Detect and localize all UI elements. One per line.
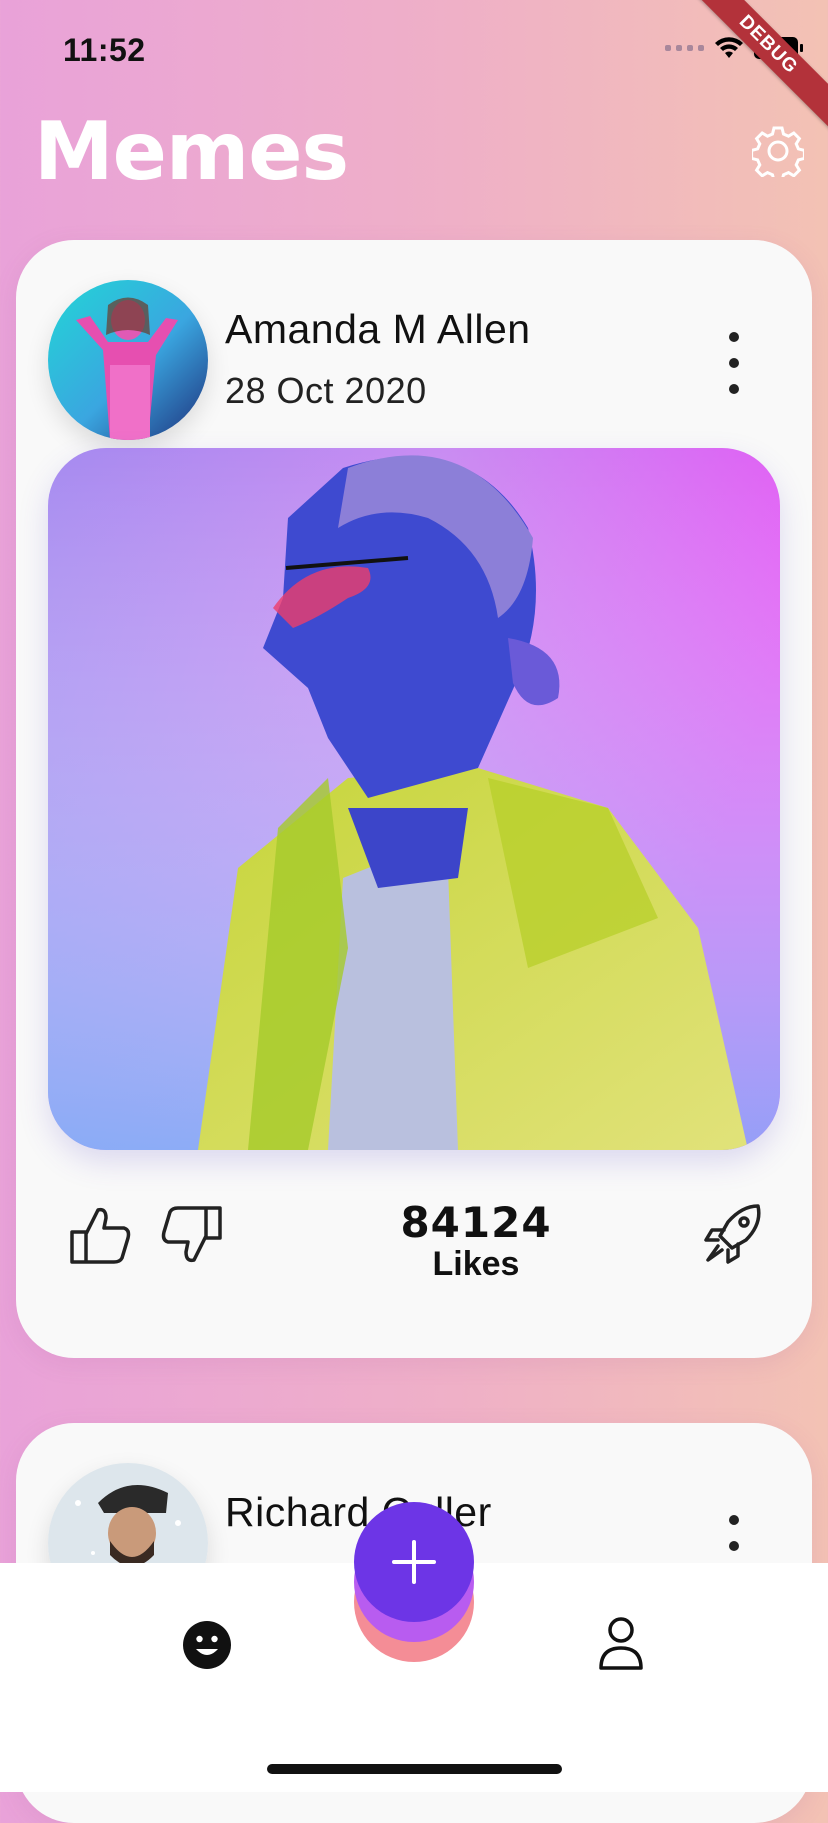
post-date: 28 Oct 2020 [225,370,427,411]
likes-label: Likes [432,1245,520,1283]
more-vertical-icon [729,332,739,342]
thumbs-down-icon [161,1206,222,1263]
dislike-button[interactable] [158,1200,228,1270]
home-indicator [267,1764,562,1774]
page-title: Memes [34,105,349,198]
gear-icon [750,126,806,183]
author-avatar[interactable] [48,280,208,440]
add-meme-button[interactable] [354,1502,474,1662]
nav-memes-button[interactable] [183,1621,231,1669]
meme-card: Amanda M Allen 28 Oct 2020 84124 Likes [16,240,812,1358]
likes-count: 84124 [400,1198,552,1247]
thumbs-up-icon [70,1207,131,1264]
nav-profile-button[interactable] [598,1616,644,1670]
smiley-face-icon [183,1621,231,1669]
fab-main [354,1502,474,1622]
status-bar: 11:52 [0,0,828,100]
wifi-icon [715,37,743,58]
like-button[interactable] [64,1200,134,1270]
more-options-button[interactable] [722,332,746,394]
rocket-icon [704,1204,761,1264]
boost-button[interactable] [702,1200,768,1266]
meme-image[interactable] [48,448,780,1150]
author-name: Amanda M Allen [225,306,531,352]
plus-icon [392,1540,436,1584]
status-time: 11:52 [63,32,146,68]
more-vertical-icon [729,1515,739,1525]
settings-button[interactable] [750,125,806,183]
person-icon [599,1617,643,1670]
cellular-signal-icon [665,45,704,51]
